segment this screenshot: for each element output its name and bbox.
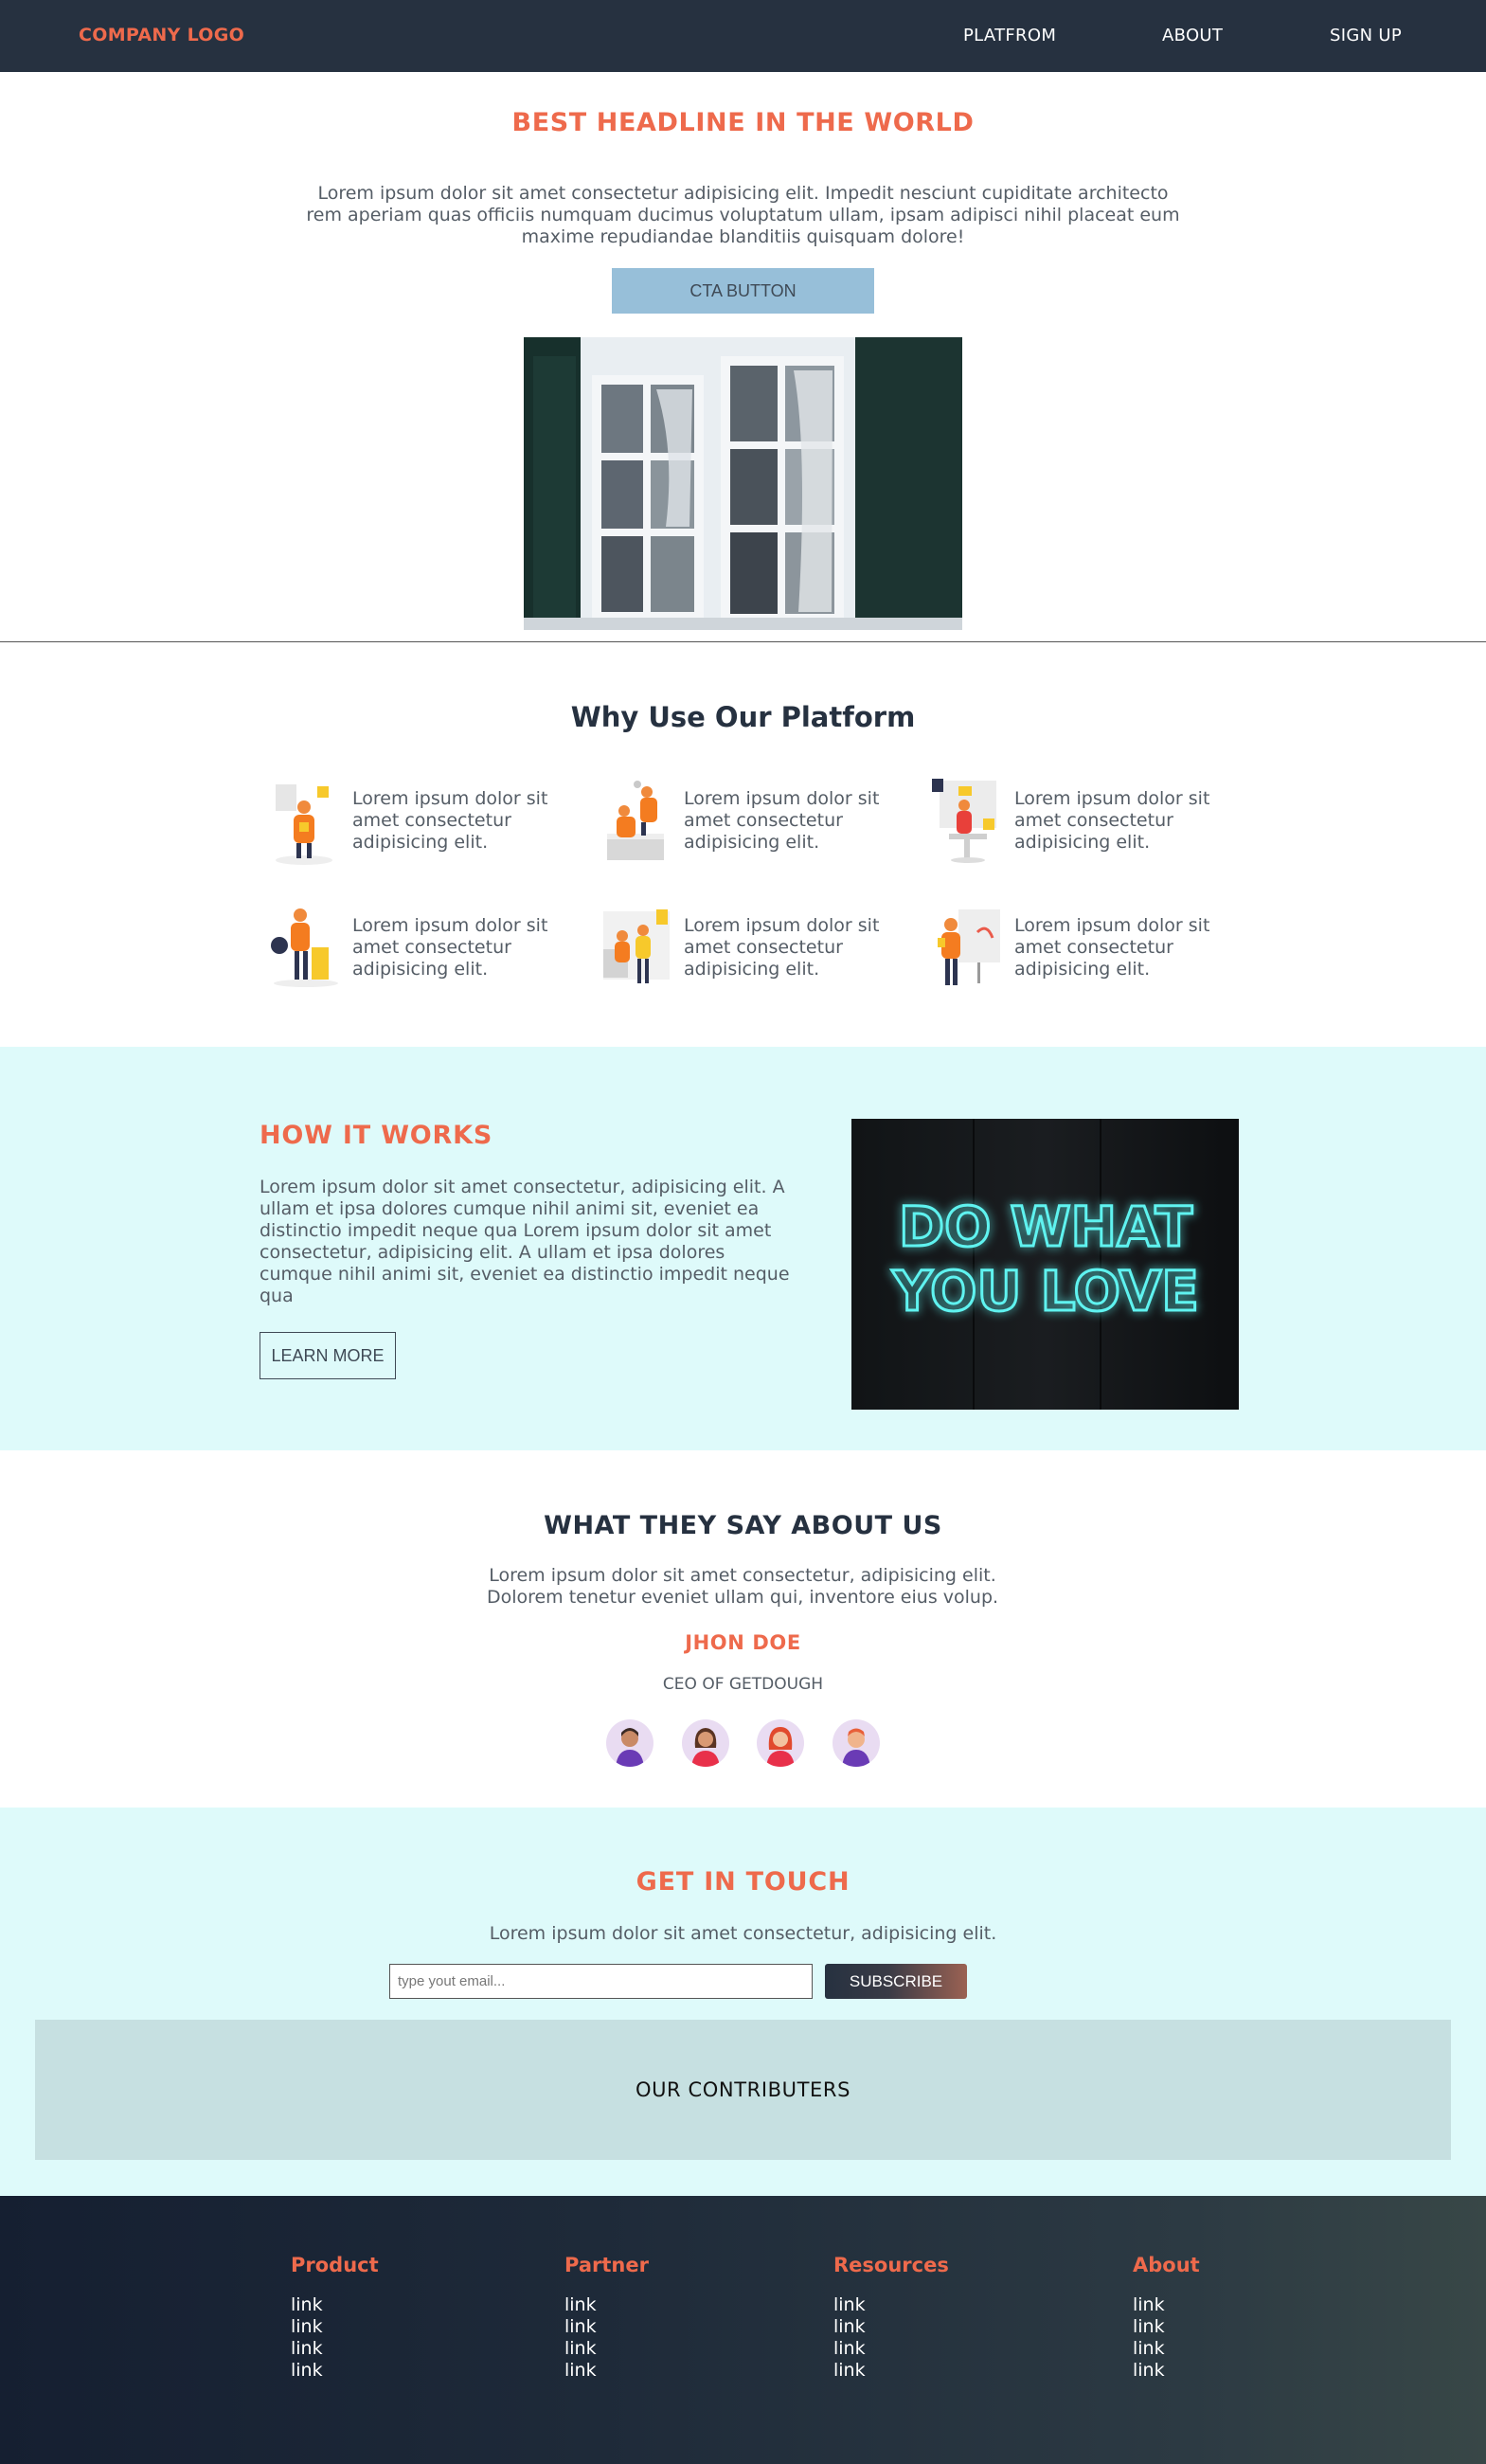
avatar-icon[interactable] bbox=[757, 1719, 804, 1767]
avatar-icon[interactable] bbox=[606, 1719, 653, 1767]
footer-column-product: Product link link link link bbox=[291, 2254, 379, 2382]
feature-item: Lorem ipsum dolor sit amet consectetur a… bbox=[930, 777, 1233, 872]
footer-link[interactable]: link bbox=[564, 2360, 649, 2382]
subscribe-button[interactable]: SUBSCRIBE bbox=[825, 1964, 967, 1999]
avatar-icon[interactable] bbox=[682, 1719, 729, 1767]
neon-sign-photo: DO WHAT YOU LOVE bbox=[851, 1119, 1239, 1410]
footer-heading: Partner bbox=[564, 2254, 649, 2276]
how-title: HOW IT WORKS bbox=[260, 1121, 493, 1150]
footer-link[interactable]: link bbox=[564, 2316, 649, 2338]
testimonial-title: WHAT THEY SAY ABOUT US bbox=[544, 1511, 942, 1540]
feature-text: Lorem ipsum dolor sit amet consectetur a… bbox=[352, 915, 548, 980]
feature-text: Lorem ipsum dolor sit amet consectetur a… bbox=[684, 915, 880, 980]
footer-heading: Product bbox=[291, 2254, 379, 2276]
feature-illustration-icon bbox=[271, 908, 338, 987]
why-title: Why Use Our Platform bbox=[570, 701, 916, 733]
footer-link[interactable]: link bbox=[564, 2294, 649, 2316]
nav-link-platform[interactable]: PLATFROM bbox=[963, 26, 1056, 45]
learn-more-button[interactable]: LEARN MORE bbox=[260, 1332, 396, 1379]
feature-text: Lorem ipsum dolor sit amet consectetur a… bbox=[1014, 788, 1210, 853]
footer-link[interactable]: link bbox=[1133, 2316, 1200, 2338]
feature-text: Lorem ipsum dolor sit amet consectetur a… bbox=[352, 788, 548, 853]
footer-link[interactable]: link bbox=[291, 2316, 379, 2338]
feature-item: Lorem ipsum dolor sit amet consectetur a… bbox=[268, 777, 571, 872]
footer-link[interactable]: link bbox=[1133, 2360, 1200, 2382]
hero-headline: BEST HEADLINE IN THE WORLD bbox=[511, 108, 975, 137]
footer-column-partner: Partner link link link link bbox=[564, 2254, 649, 2382]
feature-item: Lorem ipsum dolor sit amet consectetur a… bbox=[600, 777, 903, 872]
feature-illustration-icon bbox=[938, 909, 1000, 985]
feature-text: Lorem ipsum dolor sit amet consectetur a… bbox=[684, 788, 880, 853]
touch-description: Lorem ipsum dolor sit amet consectetur, … bbox=[489, 1923, 997, 1944]
nav-link-signup[interactable]: SIGN UP bbox=[1330, 26, 1402, 45]
contributors-title: OUR CONTRIBUTERS bbox=[635, 2078, 851, 2101]
footer-link[interactable]: link bbox=[833, 2360, 949, 2382]
footer-link[interactable]: link bbox=[833, 2294, 949, 2316]
testimonial-role: CEO OF GETDOUGH bbox=[662, 1675, 824, 1694]
section-divider bbox=[0, 641, 1486, 642]
window-photo bbox=[524, 337, 962, 630]
neon-line-1: DO WHAT bbox=[899, 1195, 1193, 1259]
hero-description: Lorem ipsum dolor sit amet consectetur a… bbox=[306, 183, 1180, 247]
company-logo[interactable]: COMPANY LOGO bbox=[79, 25, 244, 45]
footer-link[interactable]: link bbox=[291, 2338, 379, 2360]
email-input[interactable] bbox=[389, 1964, 813, 1999]
testimonial-quote: Lorem ipsum dolor sit amet consectetur, … bbox=[486, 1565, 999, 1608]
avatar-icon[interactable] bbox=[833, 1719, 880, 1767]
feature-illustration-icon bbox=[607, 781, 664, 860]
top-nav: COMPANY LOGO PLATFROM ABOUT SIGN UP bbox=[0, 0, 1486, 72]
footer-link[interactable]: link bbox=[833, 2338, 949, 2360]
footer-link[interactable]: link bbox=[1133, 2338, 1200, 2360]
cta-button[interactable]: CTA BUTTON bbox=[612, 268, 874, 314]
footer-column-resources: Resources link link link link bbox=[833, 2254, 949, 2382]
footer-link[interactable]: link bbox=[291, 2294, 379, 2316]
feature-item: Lorem ipsum dolor sit amet consectetur a… bbox=[268, 904, 571, 998]
feature-item: Lorem ipsum dolor sit amet consectetur a… bbox=[930, 904, 1233, 998]
contributors-panel: OUR CONTRIBUTERS bbox=[35, 2020, 1451, 2160]
nav-link-about[interactable]: ABOUT bbox=[1162, 26, 1223, 45]
footer-link[interactable]: link bbox=[833, 2316, 949, 2338]
testimonial-name: JHON DOE bbox=[685, 1631, 801, 1654]
feature-illustration-icon bbox=[603, 909, 670, 983]
how-description: Lorem ipsum dolor sit amet consectetur, … bbox=[260, 1177, 790, 1306]
touch-title: GET IN TOUCH bbox=[636, 1867, 850, 1897]
footer-link[interactable]: link bbox=[291, 2360, 379, 2382]
footer-heading: About bbox=[1133, 2254, 1200, 2276]
footer-heading: Resources bbox=[833, 2254, 949, 2276]
footer: Product link link link link Partner link… bbox=[0, 2196, 1486, 2464]
feature-illustration-icon bbox=[932, 779, 996, 863]
footer-column-about: About link link link link bbox=[1133, 2254, 1200, 2382]
footer-link[interactable]: link bbox=[564, 2338, 649, 2360]
feature-illustration-icon bbox=[276, 784, 332, 865]
feature-item: Lorem ipsum dolor sit amet consectetur a… bbox=[600, 904, 903, 998]
feature-text: Lorem ipsum dolor sit amet consectetur a… bbox=[1014, 915, 1210, 980]
footer-link[interactable]: link bbox=[1133, 2294, 1200, 2316]
neon-line-2: YOU LOVE bbox=[891, 1259, 1199, 1323]
